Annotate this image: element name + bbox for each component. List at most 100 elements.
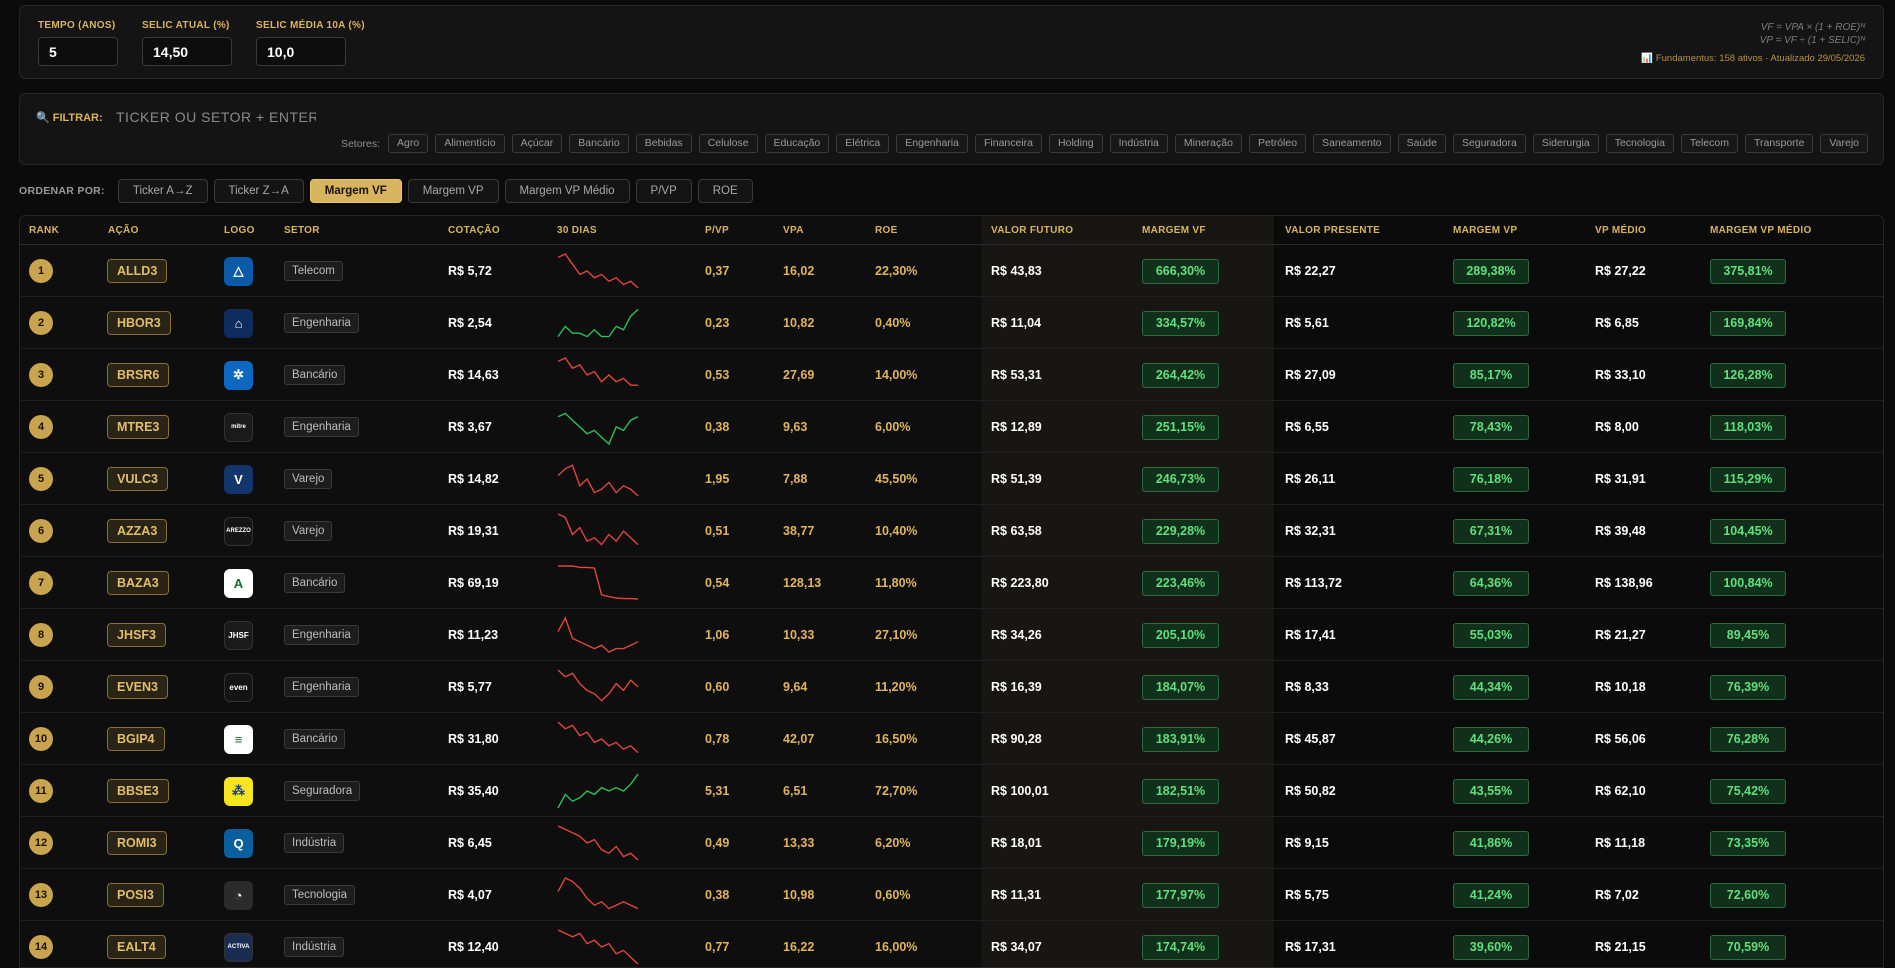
header-acao[interactable]: AÇÃO — [108, 225, 139, 236]
setor-chip-siderurgia[interactable]: Siderurgia — [1532, 134, 1599, 153]
ticker-badge[interactable]: MTRE3 — [107, 415, 170, 439]
ticker-badge[interactable]: BGIP4 — [107, 727, 165, 751]
table-cell: 169,84% — [1710, 297, 1786, 349]
header-cotacao[interactable]: COTAÇÃO — [448, 225, 500, 236]
table-row[interactable]: 2 HBOR3 ⌂ Engenharia R$ 2,54 0,23 10,82 0,40% R$… — [20, 297, 1883, 349]
header-valor-presente[interactable]: VALOR PRESENTE — [1285, 225, 1380, 236]
setor-chip-seguradora[interactable]: Seguradora — [1452, 134, 1526, 153]
filter-input[interactable] — [116, 106, 316, 128]
setor-chip-tecnologia[interactable]: Tecnologia — [1605, 134, 1674, 153]
sector-chip[interactable]: Seguradora — [284, 781, 361, 801]
setor-chip-varejo[interactable]: Varejo — [1820, 134, 1868, 153]
sort-button-2[interactable]: Margem VF — [309, 179, 402, 203]
selic-media-input[interactable] — [256, 37, 346, 66]
setor-chip-bancário[interactable]: Bancário — [569, 134, 629, 153]
setor-chip-agro[interactable]: Agro — [388, 134, 429, 153]
sector-chip[interactable]: Engenharia — [284, 313, 359, 333]
setor-chip-saúde[interactable]: Saúde — [1397, 134, 1446, 153]
header-valor-futuro[interactable]: VALOR FUTURO — [991, 225, 1073, 236]
setor-chip-holding[interactable]: Holding — [1049, 134, 1103, 153]
table-row[interactable]: 6 AZZA3 AREZZO Varejo R$ 19,31 0,51 38,77 10,40… — [20, 505, 1883, 557]
setor-chip-petróleo[interactable]: Petróleo — [1248, 134, 1307, 153]
header-setor[interactable]: SETOR — [284, 225, 320, 236]
table-cell: 0,53 — [705, 349, 729, 401]
ticker-badge[interactable]: BRSR6 — [107, 363, 170, 387]
header-rank[interactable]: RANK — [29, 225, 59, 236]
ticker-badge[interactable]: HBOR3 — [107, 311, 171, 335]
ticker-badge[interactable]: EALT4 — [107, 935, 166, 959]
setor-chip-telecom[interactable]: Telecom — [1680, 134, 1739, 153]
setor-chip-saneamento[interactable]: Saneamento — [1313, 134, 1391, 153]
header-roe[interactable]: ROE — [875, 225, 898, 236]
sector-chip[interactable]: Engenharia — [284, 417, 359, 437]
table-cell: 5 — [29, 453, 53, 505]
sector-chip[interactable]: Tecnologia — [284, 885, 355, 905]
setor-chip-educação[interactable]: Educação — [764, 134, 830, 153]
sort-button-0[interactable]: Ticker A→Z — [117, 179, 208, 203]
table-row[interactable]: 4 MTRE3 mitre Engenharia R$ 3,67 0,38 9,63 6,00… — [20, 401, 1883, 453]
table-row[interactable]: 13 POSI3 ◔ Tecnologia R$ 4,07 0,38 10,98 0,60% R… — [20, 869, 1883, 921]
header-vp-medio[interactable]: VP MÉDIO — [1595, 225, 1646, 236]
sector-chip[interactable]: Indústria — [284, 833, 345, 853]
setor-chip-celulose[interactable]: Celulose — [698, 134, 758, 153]
header-margem-vp[interactable]: MARGEM VP — [1453, 225, 1517, 236]
setor-chip-indústria[interactable]: Indústria — [1109, 134, 1168, 153]
sector-chip[interactable]: Engenharia — [284, 677, 359, 697]
setor-chip-alimentício[interactable]: Alimentício — [435, 134, 505, 153]
rank-badge: 4 — [29, 415, 53, 439]
setor-chip-mineração[interactable]: Mineração — [1174, 134, 1242, 153]
table-row[interactable]: 14 EALT4 ACTIVA Indústria R$ 12,40 0,77 16,22 1… — [20, 921, 1883, 967]
ticker-badge[interactable]: ALLD3 — [107, 259, 168, 283]
ticker-badge[interactable]: POSI3 — [107, 883, 164, 907]
tempo-input[interactable] — [38, 37, 118, 66]
sort-button-3[interactable]: Margem VP — [407, 179, 499, 203]
selic-input[interactable] — [142, 37, 232, 66]
sector-chip[interactable]: Bancário — [284, 365, 346, 385]
ticker-badge[interactable]: AZZA3 — [107, 519, 168, 543]
header-margem-vf[interactable]: MARGEM VF — [1142, 225, 1206, 236]
table-row[interactable]: 1 ALLD3 △ Telecom R$ 5,72 0,37 16,02 22,30% R$ 4… — [20, 245, 1883, 297]
sort-button-4[interactable]: Margem VP Médio — [504, 179, 630, 203]
ticker-badge[interactable]: EVEN3 — [107, 675, 168, 699]
sector-chip[interactable]: Telecom — [284, 261, 343, 281]
sort-button-1[interactable]: Ticker Z→A — [213, 179, 304, 203]
table-cell: R$ 69,19 — [448, 557, 499, 609]
company-logo: △ — [224, 256, 253, 286]
table-row[interactable]: 10 BGIP4 ≡ Bancário R$ 31,80 0,78 42,07 16,50% R… — [20, 713, 1883, 765]
ticker-badge[interactable]: JHSF3 — [107, 623, 166, 647]
sector-chip[interactable]: Varejo — [284, 521, 333, 541]
setor-chip-financeira[interactable]: Financeira — [974, 134, 1043, 153]
sector-chip[interactable]: Bancário — [284, 729, 346, 749]
header-vpa[interactable]: VPA — [783, 225, 804, 236]
sector-chip[interactable]: Varejo — [284, 469, 333, 489]
sort-button-5[interactable]: P/VP — [635, 179, 692, 203]
header-margem-vp-medio[interactable]: MARGEM VP MÉDIO — [1710, 225, 1812, 236]
header-pvp[interactable]: P/VP — [705, 225, 729, 236]
table-row[interactable]: 12 ROMI3 Q Indústria R$ 6,45 0,49 13,33 6,20% R$… — [20, 817, 1883, 869]
ticker-badge[interactable]: ROMI3 — [107, 831, 167, 855]
setor-chip-transporte[interactable]: Transporte — [1745, 134, 1814, 153]
setor-chip-engenharia[interactable]: Engenharia — [896, 134, 968, 153]
sector-chip[interactable]: Engenharia — [284, 625, 359, 645]
sort-button-6[interactable]: ROE — [697, 179, 753, 203]
table-row[interactable]: 8 JHSF3 JHSF Engenharia R$ 11,23 1,06 10,33 27,… — [20, 609, 1883, 661]
setor-chip-elétrica[interactable]: Elétrica — [836, 134, 890, 153]
table-cell: 13,33 — [783, 817, 814, 869]
ticker-badge[interactable]: BBSE3 — [107, 779, 169, 803]
table-row[interactable]: 3 BRSR6 ✲ Bancário R$ 14,63 0,53 27,69 14,00% R$… — [20, 349, 1883, 401]
ticker-badge[interactable]: VULC3 — [107, 467, 168, 491]
table-cell: R$ 14,82 — [448, 453, 499, 505]
sector-chip[interactable]: Bancário — [284, 573, 346, 593]
setor-chip-bebidas[interactable]: Bebidas — [635, 134, 692, 153]
table-row[interactable]: 9 EVEN3 even Engenharia R$ 5,77 0,60 9,64 11,20… — [20, 661, 1883, 713]
cotacao-value: R$ 69,19 — [448, 576, 499, 590]
table-cell: 16,02 — [783, 245, 814, 297]
setor-chip-açúcar[interactable]: Açúcar — [511, 134, 563, 153]
ticker-badge[interactable]: BAZA3 — [107, 571, 169, 595]
table-row[interactable]: 5 VULC3 V Varejo R$ 14,82 1,95 7,88 45,50% R$ 51… — [20, 453, 1883, 505]
table-row[interactable]: 11 BBSE3 ⁂ Seguradora R$ 35,40 5,31 6,51 72,70%… — [20, 765, 1883, 817]
sector-chip[interactable]: Indústria — [284, 937, 345, 957]
table-cell: 22,30% — [875, 245, 917, 297]
valor-futuro-value: R$ 100,01 — [991, 784, 1049, 798]
table-row[interactable]: 7 BAZA3 A Bancário R$ 69,19 0,54 128,13 11,80% R… — [20, 557, 1883, 609]
